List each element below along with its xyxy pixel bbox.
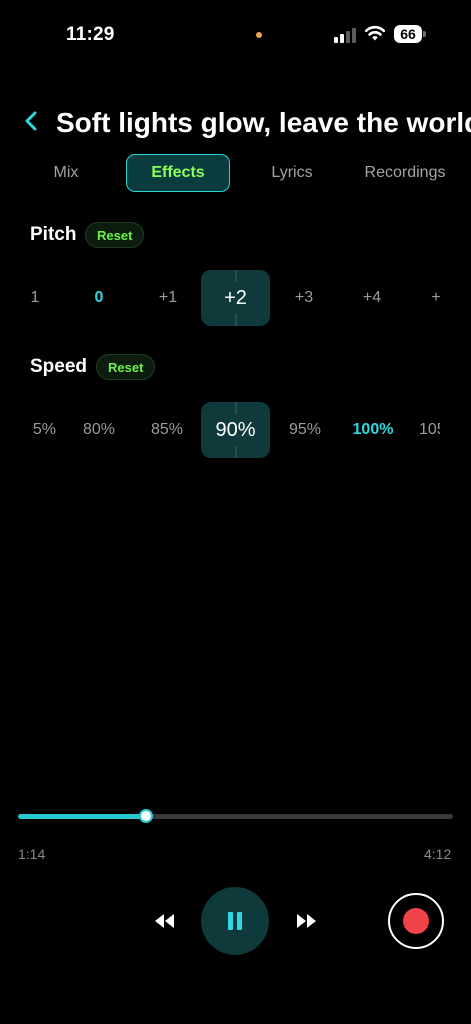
pitch-reset-button[interactable]: Reset <box>85 222 145 248</box>
rewind-icon <box>155 914 174 928</box>
pitch-option-default[interactable]: 0 <box>80 270 118 326</box>
pitch-option[interactable]: 1 <box>24 270 46 326</box>
speed-label: Speed <box>30 356 88 377</box>
tab-effects[interactable]: Effects <box>126 154 230 192</box>
speed-reset-button[interactable]: Reset <box>96 354 156 380</box>
speed-selector[interactable]: 5% 80% 85% 90% 95% 100% 105 <box>0 402 471 458</box>
battery-icon: 66 <box>394 25 422 43</box>
battery-nub <box>423 31 426 37</box>
progress-fill <box>18 814 147 819</box>
pitch-option-selected[interactable]: +2 <box>201 270 270 326</box>
pitch-option[interactable]: +4 <box>352 270 392 326</box>
speed-option[interactable]: 85% <box>144 402 190 458</box>
speed-option[interactable]: 5% <box>20 402 56 458</box>
center-tick <box>235 270 236 282</box>
pitch-selector[interactable]: 1 0 +1 +2 +3 +4 + <box>0 270 471 326</box>
status-time: 11:29 <box>66 24 115 45</box>
fast-forward-icon <box>297 914 316 928</box>
pitch-selected-value: +2 <box>224 286 247 309</box>
pitch-option[interactable]: +3 <box>284 270 324 326</box>
tab-recordings[interactable]: Recordings <box>356 154 454 192</box>
pitch-label: Pitch <box>30 224 77 245</box>
total-duration: 4:12 <box>424 846 452 862</box>
pitch-option[interactable]: + <box>426 270 446 326</box>
center-tick <box>235 314 236 326</box>
signal-icon <box>334 27 358 43</box>
speed-option-default[interactable]: 100% <box>346 402 400 458</box>
chevron-left-icon[interactable] <box>20 108 42 134</box>
pitch-option[interactable]: +1 <box>148 270 188 326</box>
rewind-button[interactable] <box>148 906 182 936</box>
record-icon <box>403 908 429 934</box>
speed-selected-value: 90% <box>215 418 256 441</box>
privacy-indicator-dot <box>256 32 262 38</box>
center-tick <box>235 446 236 458</box>
record-button[interactable] <box>388 893 444 949</box>
progress-knob[interactable] <box>139 809 154 823</box>
page-title: Soft lights glow, leave the world behind <box>56 107 471 138</box>
pause-icon <box>228 912 242 930</box>
speed-option[interactable]: 95% <box>282 402 328 458</box>
pause-button[interactable] <box>201 887 269 955</box>
tab-mix[interactable]: Mix <box>40 154 92 192</box>
fast-forward-button[interactable] <box>289 906 323 936</box>
center-tick <box>235 402 236 414</box>
speed-option[interactable]: 105 <box>419 402 440 458</box>
elapsed-time: 1:14 <box>18 846 46 862</box>
speed-option-selected[interactable]: 90% <box>201 402 270 458</box>
wifi-icon <box>364 25 386 41</box>
speed-option[interactable]: 80% <box>76 402 122 458</box>
tab-lyrics[interactable]: Lyrics <box>260 154 324 192</box>
